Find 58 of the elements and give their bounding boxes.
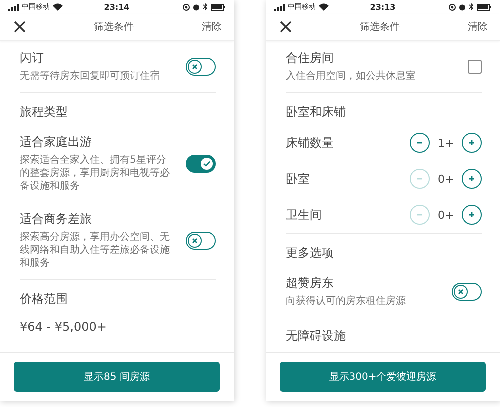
bluetooth-icon — [203, 3, 208, 11]
check-icon — [203, 160, 211, 168]
stepper-value: 1+ — [438, 136, 454, 150]
option-title: 超赞房东 — [286, 275, 335, 292]
x-icon — [191, 236, 199, 244]
option-description: 探索高分房源，享用办公空间、无线网络和自助入住等差旅必备设施和服务 — [20, 231, 170, 270]
increment-button[interactable] — [462, 169, 482, 189]
signal-icon — [274, 4, 285, 10]
checkbox[interactable] — [468, 60, 482, 74]
decrement-button[interactable] — [410, 133, 430, 153]
option-title: 适合商务差旅 — [20, 211, 93, 228]
screen-title: 筛选条件 — [94, 20, 134, 34]
option-description: 无需等待房东回复即可预订住宿 — [20, 70, 161, 83]
status-time: 23:13 — [370, 2, 396, 12]
plus-icon — [468, 211, 476, 219]
option-description: 探索适合全家入住、拥有5星评分的整套房源，享用厨房和电视等必备设施和服务 — [20, 154, 170, 193]
battery-icon — [211, 4, 226, 10]
signal-icon — [8, 4, 19, 10]
x-icon — [191, 62, 199, 70]
option-title: 闪订 — [20, 50, 45, 67]
stepper-value: 0+ — [438, 208, 454, 222]
clear-button[interactable]: 清除 — [468, 20, 488, 34]
option-description: 向获得认可的房东租住房源 — [286, 295, 407, 308]
price-range: ¥64 - ¥5,000+ — [20, 319, 107, 334]
plus-icon — [468, 139, 476, 147]
close-icon — [280, 21, 292, 33]
wifi-icon — [319, 3, 329, 11]
section-heading: 旅程类型 — [20, 104, 68, 121]
option-title: 适合家庭出游 — [20, 134, 93, 151]
plus-icon — [468, 175, 476, 183]
show-listings-button[interactable]: 显示85 间房源 — [14, 362, 220, 392]
option-title: 合住房间 — [286, 50, 335, 67]
section-heading: 无障碍设施 — [286, 328, 346, 345]
status-time: 23:14 — [104, 2, 130, 12]
close-icon — [14, 21, 26, 33]
battery-icon — [477, 4, 492, 10]
stepper-label: 卧室 — [286, 170, 310, 188]
increment-button[interactable] — [462, 205, 482, 225]
show-listings-button[interactable]: 显示300+个爱彼迎房源 — [280, 362, 486, 392]
close-button[interactable] — [280, 21, 292, 33]
stepper-label: 卫生间 — [286, 206, 322, 224]
x-icon — [457, 288, 465, 296]
wifi-icon — [53, 3, 63, 11]
toggle-switch[interactable] — [452, 282, 482, 300]
toggle-switch[interactable] — [186, 58, 216, 76]
close-button[interactable] — [14, 21, 26, 33]
section-heading: 价格范围 — [20, 291, 68, 308]
stepper-label: 床铺数量 — [286, 134, 334, 152]
clear-button[interactable]: 清除 — [202, 20, 222, 34]
section-heading: 卧室和床铺 — [286, 104, 346, 121]
stepper-value: 0+ — [438, 172, 454, 186]
toggle-switch[interactable] — [186, 232, 216, 250]
section-heading: 更多选项 — [286, 245, 334, 262]
toggle-switch[interactable] — [186, 154, 216, 172]
bluetooth-icon — [469, 3, 474, 11]
screen-title: 筛选条件 — [360, 20, 400, 34]
increment-button[interactable] — [462, 133, 482, 153]
option-description: 入住合用空间，如公共休息室 — [286, 70, 417, 83]
